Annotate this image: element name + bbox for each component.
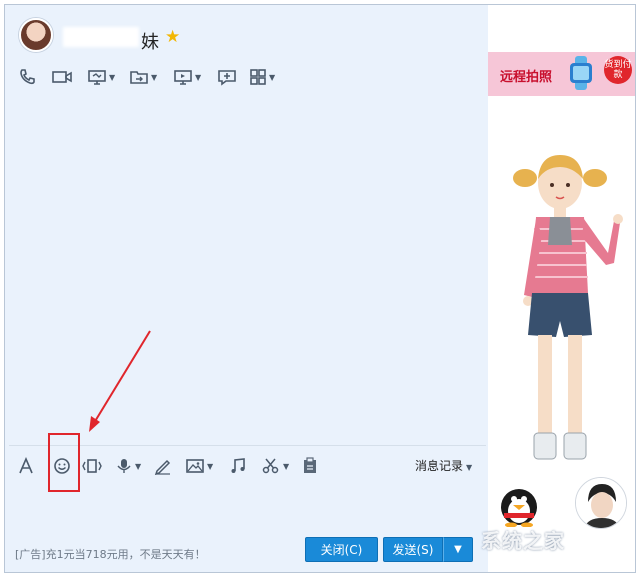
red-arrow-annotation <box>89 330 151 432</box>
ad-badge: 货到付款 <box>604 56 632 84</box>
watermark: 系统之家 <box>481 529 565 553</box>
ad-banner-text: 远程拍照 <box>500 70 553 85</box>
user-avatar[interactable] <box>575 477 627 529</box>
cartoon-girl-illustration <box>513 155 623 460</box>
user-avatar-image <box>576 478 626 528</box>
chat-window: 妹 ★ ▼ ▼ ▼ ▼ ▼ ▼ ▼ 消息记录 ▼ [广告]充1元当718元用，不… <box>4 4 636 573</box>
qq-penguin-icon <box>501 489 537 527</box>
chat-column: 妹 ★ ▼ ▼ ▼ ▼ ▼ ▼ ▼ 消息记录 ▼ [广告]充1元当718元用，不… <box>5 5 488 572</box>
ad-panel: 远程拍照 货到付款 <box>488 5 635 572</box>
smartwatch-image <box>570 56 592 90</box>
ad-banner[interactable]: 远程拍照 货到付款 <box>488 52 635 96</box>
